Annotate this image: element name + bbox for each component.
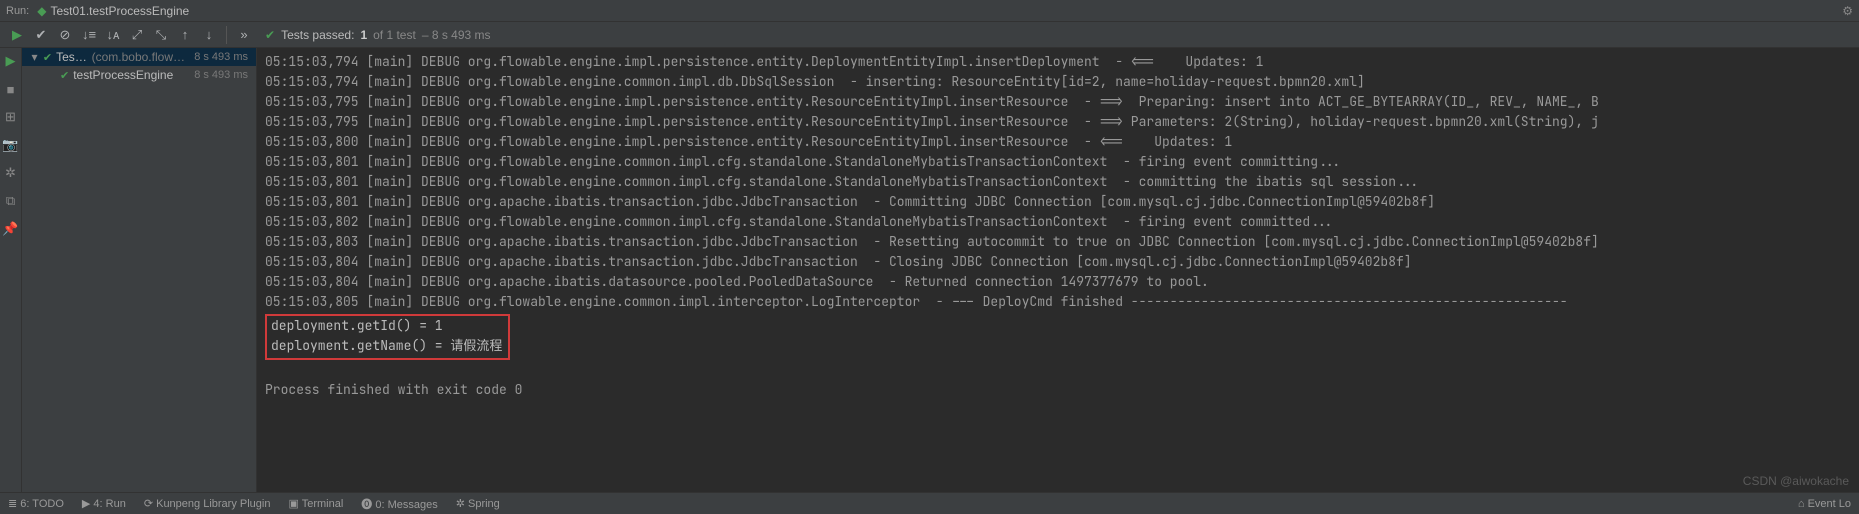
status-time: – 8 s 493 ms	[422, 28, 491, 42]
status-count: 1	[360, 28, 367, 42]
run-config-icon: ◆	[37, 4, 46, 18]
console-line: 05:15:03,802 [main] DEBUG org.flowable.e…	[265, 212, 1851, 232]
console-line: 05:15:03,804 [main] DEBUG org.apache.iba…	[265, 252, 1851, 272]
bottom-tab[interactable]: ⟳ Kunpeng Library Plugin	[144, 497, 271, 510]
tree-item-time: 8 s 493 ms	[194, 69, 252, 81]
run-header: Run: ◆ Test01.testProcessEngine ⚙	[0, 0, 1859, 22]
tree-row[interactable]: ✔ testProcessEngine 8 s 493 ms	[22, 66, 256, 84]
left-gutter: ▶ ■ ⊞ 📷 ✲ ⧉ 📌	[0, 48, 22, 492]
chevron-down-icon[interactable]: ▾	[30, 50, 39, 64]
pin-icon[interactable]: 📌	[2, 220, 20, 238]
run-label: Run:	[6, 5, 29, 17]
bottom-tab[interactable]: ≣ 6: TODO	[8, 497, 64, 510]
tests-status: ✔ Tests passed: 1 of 1 test – 8 s 493 ms	[265, 28, 491, 42]
console-line: 05:15:03,795 [main] DEBUG org.flowable.e…	[265, 92, 1851, 112]
sort-alpha-button[interactable]: ↓ᴀ	[102, 24, 124, 46]
highlight-box: deployment.getId() = 1deployment.getName…	[265, 314, 510, 360]
run-icon[interactable]: ▶	[2, 52, 20, 70]
camera-icon[interactable]: 📷	[2, 136, 20, 154]
bottom-tab[interactable]: ⓿ 0: Messages	[361, 496, 437, 512]
console-line: 05:15:03,801 [main] DEBUG org.flowable.e…	[265, 152, 1851, 172]
test-tree[interactable]: ▾✔Test01 (com.bobo.flowable.t8 s 493 ms …	[22, 48, 257, 492]
status-mid: of 1 test	[373, 28, 416, 42]
pass-icon: ✔	[265, 28, 275, 42]
console-line: 05:15:03,804 [main] DEBUG org.apache.iba…	[265, 272, 1851, 292]
settings-icon[interactable]: ✲	[2, 164, 20, 182]
next-fail-button[interactable]: ↓	[198, 24, 220, 46]
tree-item-name: Test01	[56, 50, 87, 64]
console-line: 05:15:03,801 [main] DEBUG org.flowable.e…	[265, 172, 1851, 192]
console-line: 05:15:03,795 [main] DEBUG org.flowable.e…	[265, 112, 1851, 132]
tree-item-name: testProcessEngine	[73, 68, 173, 82]
event-log-tab[interactable]: ⌂ Event Lo	[1798, 498, 1851, 510]
history-icon[interactable]: ⧉	[2, 192, 20, 210]
console-line: 05:15:03,805 [main] DEBUG org.flowable.e…	[265, 292, 1851, 312]
console-line: 05:15:03,801 [main] DEBUG org.apache.iba…	[265, 192, 1851, 212]
bottom-bar: ≣ 6: TODO ▶ 4: Run ⟳ Kunpeng Library Plugi…	[0, 492, 1859, 514]
toggle-pass-button[interactable]: ✔	[30, 24, 52, 46]
layout-icon[interactable]: ⊞	[2, 108, 20, 126]
console-output[interactable]: 05:15:03,794 [main] DEBUG org.flowable.e…	[257, 48, 1859, 492]
watermark: CSDN @aiwokache	[1743, 474, 1849, 488]
sort-button[interactable]: ↓≡	[78, 24, 100, 46]
expand-button[interactable]: ⤢	[126, 24, 148, 46]
main-area: ▶ ■ ⊞ 📷 ✲ ⧉ 📌 ▾ ✔ Test01 (com.bobo.flowabl…	[0, 48, 1859, 492]
toggle-ignored-button[interactable]: ⊘	[54, 24, 76, 46]
tree-item-time: 8 s 493 ms	[194, 51, 252, 63]
run-config[interactable]: ◆ Test01.testProcessEngine	[37, 4, 189, 18]
bottom-tab[interactable]: ▶ 4: Run	[82, 497, 126, 510]
bottom-tab[interactable]: ▣ Terminal	[288, 497, 343, 510]
console-line: 05:15:03,803 [main] DEBUG org.apache.iba…	[265, 232, 1851, 252]
rerun-button[interactable]: ▶	[6, 24, 28, 46]
run-config-name: Test01.testProcessEngine	[50, 4, 189, 18]
status-prefix: Tests passed:	[281, 28, 354, 42]
console-line: 05:15:03,794 [main] DEBUG org.flowable.e…	[265, 52, 1851, 72]
prev-fail-button[interactable]: ↑	[174, 24, 196, 46]
console-line: 05:15:03,800 [main] DEBUG org.flowable.e…	[265, 132, 1851, 152]
tree-row[interactable]: ▾ ✔ Test01 (com.bobo.flowable.t8 s 493 ms	[22, 48, 256, 66]
exit-line: Process finished with exit code 0	[265, 380, 1851, 400]
console-line: deployment.getName() = 请假流程	[271, 336, 502, 356]
check-icon: ✔	[60, 69, 69, 82]
console-line: 05:15:03,794 [main] DEBUG org.flowable.e…	[265, 72, 1851, 92]
gear-icon[interactable]: ⚙	[1842, 4, 1853, 18]
console-line: deployment.getId() = 1	[271, 316, 502, 336]
tree-item-pkg: (com.bobo.flowable.t	[92, 50, 191, 64]
test-toolbar: ▶ ✔ ⊘ ↓≡ ↓ᴀ ⤢ ⤡ ↑ ↓ » ✔ Tests passed: 1 …	[0, 22, 1859, 48]
export-button[interactable]: »	[233, 24, 255, 46]
bottom-tab[interactable]: ✲ Spring	[456, 497, 500, 510]
check-icon: ✔	[43, 51, 52, 64]
collapse-button[interactable]: ⤡	[150, 24, 172, 46]
stop-icon[interactable]: ■	[2, 80, 20, 98]
separator	[226, 26, 227, 44]
